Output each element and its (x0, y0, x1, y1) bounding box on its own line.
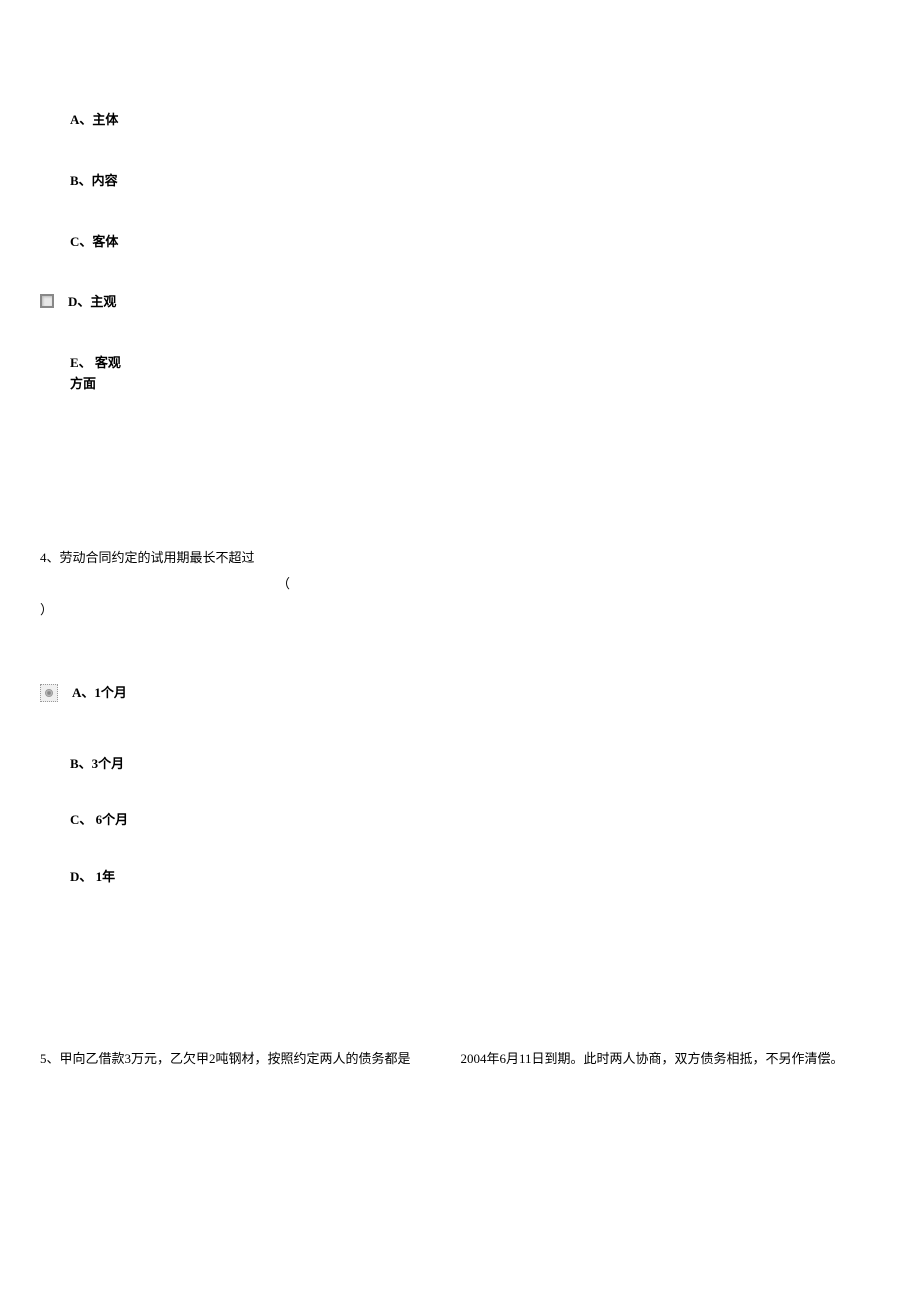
option-e-line1: E、 客观 (70, 355, 121, 370)
checkbox-option-d[interactable] (40, 294, 54, 308)
q4-option-b-text: B、3个月 (70, 754, 124, 775)
q4-option-c-text: C、 6个月 (70, 810, 128, 831)
radio-option-a[interactable] (40, 684, 58, 702)
option-a-text: A、主体 (70, 110, 118, 131)
q4-text: 4、劳动合同约定的试用期最长不超过 (40, 550, 255, 565)
option-e-line2: 方面 (70, 376, 96, 391)
option-b-text: B、内容 (70, 171, 118, 192)
question-5: 5、甲向乙借款3万元，乙欠甲2吨钢材，按照约定两人的债务都是 2004年6月11… (40, 1048, 880, 1067)
radio-inner-icon (45, 689, 53, 697)
option-c-text: C、客体 (70, 232, 118, 253)
option-e-text: E、 客观 方面 (70, 353, 121, 395)
q5-part2: 2004年6月11日到期。此时两人协商，双方债务相抵，不另作清偿。 (461, 1048, 844, 1067)
q5-part1: 5、甲向乙借款3万元，乙欠甲2吨钢材，按照约定两人的债务都是 (40, 1048, 411, 1067)
q4-option-a-text: A、1个月 (72, 683, 127, 704)
option-d-text: D、主观 (68, 292, 116, 313)
q4-option-d-text: D、 1年 (70, 867, 115, 888)
question-4: 4、劳动合同约定的试用期最长不超过 （ ） (40, 545, 880, 623)
q4-paren-close: ） (40, 597, 880, 623)
q4-paren-open: （ (40, 571, 290, 597)
